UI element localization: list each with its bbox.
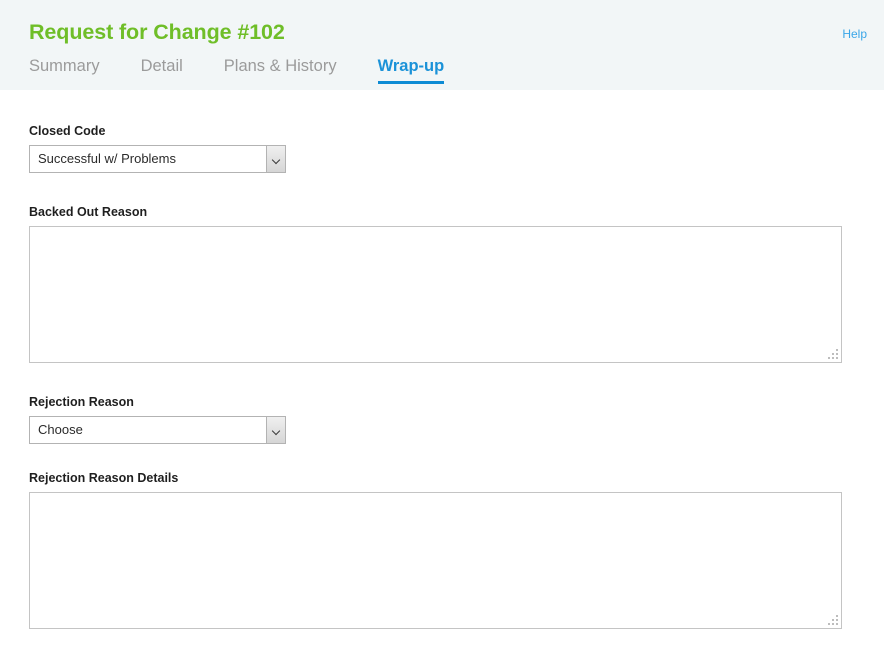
field-backed-out-reason: Backed Out Reason bbox=[29, 205, 842, 363]
rejection-reason-dropdown-button[interactable] bbox=[266, 417, 285, 443]
tab-bar: Summary Detail Plans & History Wrap-up bbox=[29, 57, 444, 90]
tab-summary[interactable]: Summary bbox=[29, 57, 100, 87]
rejection-reason-details-textarea-wrapper[interactable] bbox=[29, 492, 842, 629]
rejection-reason-details-label: Rejection Reason Details bbox=[29, 471, 179, 485]
closed-code-select[interactable]: Successful w/ Problems bbox=[29, 145, 286, 173]
backed-out-reason-label: Backed Out Reason bbox=[29, 205, 148, 219]
rejection-reason-value: Choose bbox=[38, 422, 83, 437]
chevron-down-icon bbox=[273, 156, 280, 163]
backed-out-reason-textarea[interactable] bbox=[30, 227, 841, 362]
rejection-reason-details-textarea[interactable] bbox=[30, 493, 841, 628]
field-rejection-reason: Rejection Reason Choose bbox=[29, 395, 286, 444]
tab-plans-and-history[interactable]: Plans & History bbox=[224, 57, 337, 87]
page-title: Request for Change #102 bbox=[29, 20, 285, 44]
field-closed-code: Closed Code Successful w/ Problems bbox=[29, 124, 286, 173]
rejection-reason-label: Rejection Reason bbox=[29, 395, 134, 409]
resize-grip-icon[interactable] bbox=[828, 615, 839, 626]
backed-out-reason-textarea-wrapper[interactable] bbox=[29, 226, 842, 363]
closed-code-label: Closed Code bbox=[29, 124, 106, 138]
field-rejection-reason-details: Rejection Reason Details bbox=[29, 471, 842, 629]
chevron-down-icon bbox=[273, 427, 280, 434]
page-header: Request for Change #102 Help Summary Det… bbox=[0, 0, 884, 90]
help-link[interactable]: Help bbox=[842, 27, 867, 41]
tab-wrap-up[interactable]: Wrap-up bbox=[377, 57, 444, 87]
closed-code-dropdown-button[interactable] bbox=[266, 146, 285, 172]
tab-detail[interactable]: Detail bbox=[141, 57, 183, 87]
resize-grip-icon[interactable] bbox=[828, 349, 839, 360]
closed-code-value: Successful w/ Problems bbox=[38, 151, 176, 166]
rejection-reason-select[interactable]: Choose bbox=[29, 416, 286, 444]
